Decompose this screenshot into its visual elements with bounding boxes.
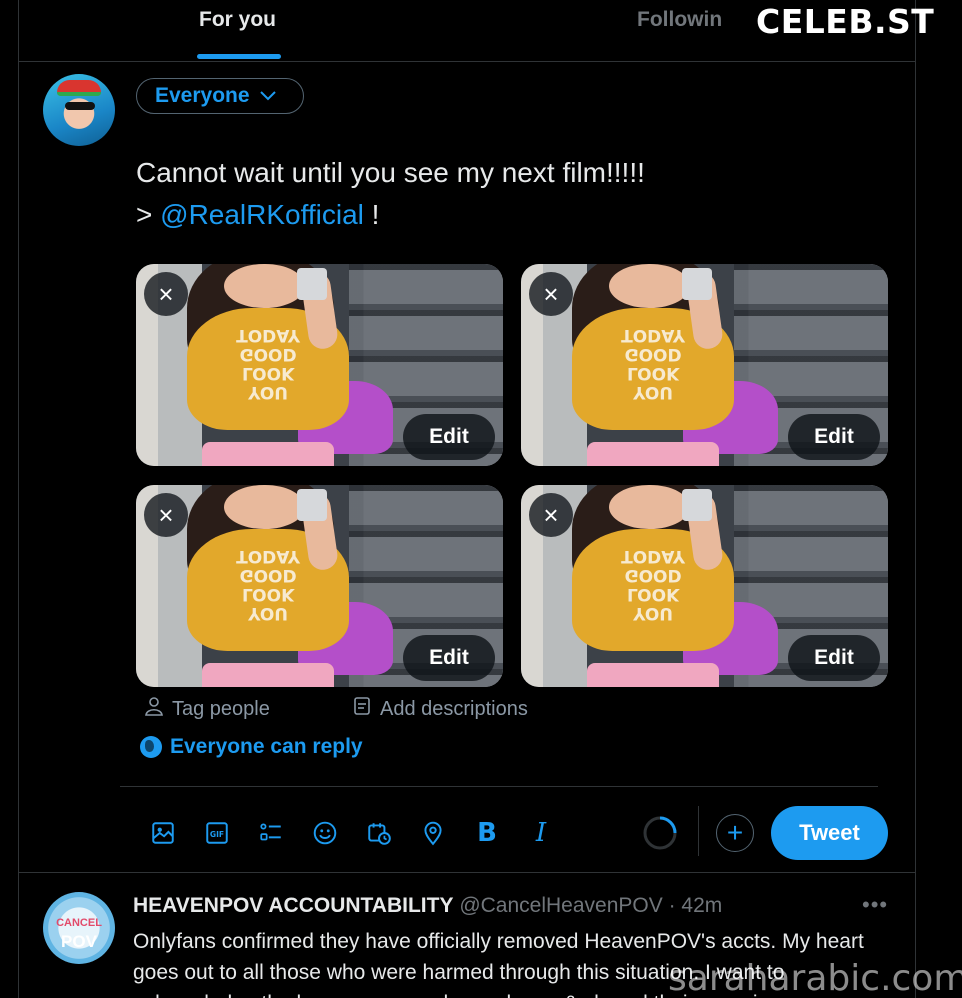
plus-icon: + xyxy=(726,817,744,848)
composer-bottom-border xyxy=(18,872,916,873)
close-icon: × xyxy=(158,278,174,309)
display-name[interactable]: HEAVENPOV ACCOUNTABILITY xyxy=(133,894,453,917)
bold-icon[interactable]: B xyxy=(460,812,514,854)
media-attachment-3[interactable]: YOU LOOK GOOD TODAY × Edit xyxy=(136,485,503,687)
photo-face xyxy=(224,264,305,309)
tweet-button[interactable]: Tweet xyxy=(771,806,888,860)
close-icon: × xyxy=(543,499,559,530)
add-descriptions-button[interactable]: Add descriptions xyxy=(352,696,528,722)
character-progress-ring xyxy=(643,816,677,850)
add-thread-button[interactable]: + xyxy=(716,814,754,852)
tag-people-label: Tag people xyxy=(172,697,270,720)
audience-selector[interactable]: Everyone xyxy=(136,78,304,114)
media-attachment-1[interactable]: YOU LOOK GOOD TODAY × Edit xyxy=(136,264,503,466)
italic-glyph: I xyxy=(535,818,547,848)
avatar-glasses xyxy=(65,102,95,110)
user-handle[interactable]: @CancelHeavenPOV xyxy=(459,894,662,917)
photo-face xyxy=(224,485,305,530)
toolbar-separator xyxy=(698,806,699,856)
tag-people-button[interactable]: Tag people xyxy=(144,696,270,722)
avatar[interactable] xyxy=(43,74,115,146)
edit-media-button[interactable]: Edit xyxy=(788,414,880,460)
remove-media-button[interactable]: × xyxy=(529,272,573,316)
reply-setting-button[interactable]: Everyone can reply xyxy=(140,735,363,759)
photo-face xyxy=(609,485,690,530)
photo-phone xyxy=(682,268,712,301)
audience-label: Everyone xyxy=(155,84,250,107)
photo-pants xyxy=(202,441,335,466)
composer-toolbar: GIF B I xyxy=(136,812,568,854)
remove-media-button[interactable]: × xyxy=(144,493,188,537)
photo-pants xyxy=(587,662,720,687)
edit-media-button[interactable]: Edit xyxy=(788,635,880,681)
avatar-text-top: CANCEL xyxy=(56,917,102,929)
draft-line-2: > @RealRKofficial ! xyxy=(136,194,645,236)
image-icon[interactable] xyxy=(136,812,190,854)
tab-following[interactable]: Followin xyxy=(637,8,722,32)
more-icon[interactable]: ••• xyxy=(862,892,888,918)
remove-media-button[interactable]: × xyxy=(529,493,573,537)
photo-face xyxy=(609,264,690,309)
reply-setting-label: Everyone can reply xyxy=(170,735,363,758)
remove-media-button[interactable]: × xyxy=(144,272,188,316)
location-icon[interactable] xyxy=(406,812,460,854)
edit-media-button[interactable]: Edit xyxy=(403,414,495,460)
tweet-time[interactable]: · 42m xyxy=(669,894,723,917)
edit-media-button[interactable]: Edit xyxy=(403,635,495,681)
chevron-down-icon xyxy=(259,88,276,104)
draft-prefix: > xyxy=(136,199,161,230)
tweet-draft-text[interactable]: Cannot wait until you see my next film!!… xyxy=(136,152,645,236)
italic-icon[interactable]: I xyxy=(514,812,568,854)
schedule-icon[interactable] xyxy=(352,812,406,854)
mention-link[interactable]: @RealRKofficial xyxy=(160,199,364,230)
media-attachment-2[interactable]: YOU LOOK GOOD TODAY × Edit xyxy=(521,264,888,466)
description-icon xyxy=(352,696,372,722)
photo-phone xyxy=(682,489,712,522)
svg-text:GIF: GIF xyxy=(210,830,224,839)
close-icon: × xyxy=(158,499,174,530)
draft-suffix: ! xyxy=(363,199,380,230)
gif-icon[interactable]: GIF xyxy=(190,812,244,854)
draft-line-1: Cannot wait until you see my next film!!… xyxy=(136,157,645,188)
add-descriptions-label: Add descriptions xyxy=(380,697,528,720)
photo-phone xyxy=(297,268,327,301)
tab-for-you[interactable]: For you xyxy=(199,8,276,32)
avatar[interactable]: CANCEL POV xyxy=(43,892,115,964)
person-icon xyxy=(144,696,164,722)
watermark-site: saraharabic.com xyxy=(668,958,962,998)
close-icon: × xyxy=(543,278,559,309)
photo-phone xyxy=(297,489,327,522)
tweet-header: HEAVENPOV ACCOUNTABILITY @CancelHeavenPO… xyxy=(133,894,722,918)
media-attachment-4[interactable]: YOU LOOK GOOD TODAY × Edit xyxy=(521,485,888,687)
poll-icon[interactable] xyxy=(244,812,298,854)
photo-pants xyxy=(587,441,720,466)
avatar-hat xyxy=(57,80,101,96)
active-tab-indicator xyxy=(197,54,281,59)
bold-glyph: B xyxy=(477,818,497,848)
globe-icon xyxy=(140,736,162,758)
photo-pants xyxy=(202,662,335,687)
composer-divider xyxy=(120,786,878,787)
avatar-text-bottom: POV xyxy=(61,932,97,951)
watermark-celeb: CELEB.ST xyxy=(756,2,935,41)
emoji-icon[interactable] xyxy=(298,812,352,854)
